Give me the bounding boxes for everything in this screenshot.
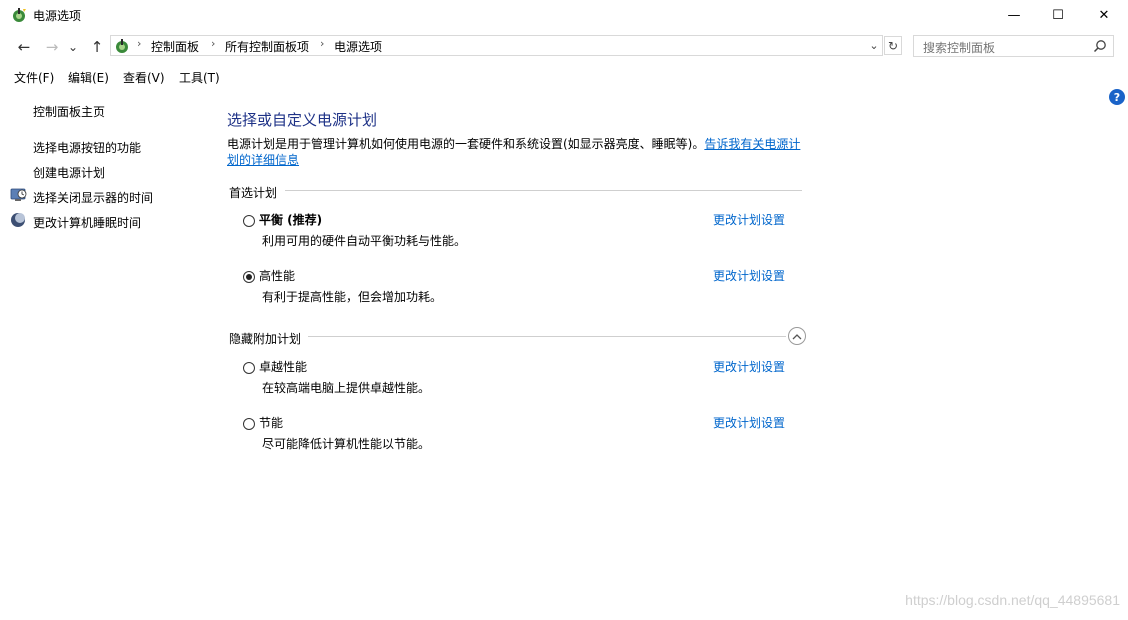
change-plan-settings-link[interactable]: 更改计划设置 [713, 414, 785, 431]
minimize-icon: — [1007, 7, 1021, 23]
description-text: 电源计划是用于管理计算机如何使用电源的一套硬件和系统设置(如显示器亮度、睡眠等)… [227, 137, 705, 151]
refresh-icon: ↻ [887, 38, 899, 53]
close-button[interactable]: ✕ [1081, 0, 1127, 30]
watermark: https://blog.csdn.net/qq_44895681 [905, 592, 1120, 608]
close-icon: ✕ [1098, 7, 1110, 23]
preferred-plans-label: 首选计划 [229, 184, 284, 201]
forward-button[interactable]: → [41, 36, 63, 58]
chevron-down-icon: ⌄ [67, 40, 79, 54]
breadcrumb-all-items[interactable]: 所有控制面板项 [225, 38, 309, 55]
section-divider [285, 190, 802, 191]
plan-name-ultimate-performance[interactable]: 卓越性能 [259, 358, 307, 375]
help-icon[interactable]: ? [1109, 89, 1125, 105]
menu-file[interactable]: 文件(F) [14, 69, 54, 86]
moon-icon [11, 213, 25, 227]
sidebar-item-sleep-time[interactable]: 更改计算机睡眠时间 [33, 214, 141, 231]
window-title: 电源选项 [33, 9, 82, 23]
back-arrow-icon: ← [17, 38, 31, 56]
control-panel-icon [116, 39, 128, 53]
search-input[interactable] [913, 35, 1114, 57]
title-bar: 电源选项 — ☐ ✕ [0, 0, 1128, 30]
plan-desc-power-saver: 尽可能降低计算机性能以节能。 [262, 437, 431, 451]
monitor-clock-icon [10, 188, 27, 201]
plan-name-high-performance[interactable]: 高性能 [259, 267, 295, 284]
menu-tools[interactable]: 工具(T) [179, 69, 220, 86]
help-glyph: ? [1113, 90, 1121, 104]
change-plan-settings-link[interactable]: 更改计划设置 [713, 211, 785, 228]
plan-radio-power-saver[interactable] [243, 418, 255, 430]
breadcrumb-separator: › [137, 37, 142, 50]
plan-radio-ultimate-performance[interactable] [243, 362, 255, 374]
page-description: 电源计划是用于管理计算机如何使用电源的一套硬件和系统设置(如显示器亮度、睡眠等)… [227, 136, 807, 168]
search-icon [1093, 40, 1106, 53]
power-options-icon [13, 8, 26, 22]
section-divider [308, 336, 786, 337]
up-button[interactable]: ↑ [86, 36, 108, 58]
hidden-plans-label: 隐藏附加计划 [229, 330, 308, 347]
chevron-down-icon: ⌄ [869, 38, 879, 52]
breadcrumb-power-options[interactable]: 电源选项 [334, 38, 382, 55]
menu-edit[interactable]: 编辑(E) [68, 69, 109, 86]
refresh-button[interactable]: ↻ [884, 36, 902, 55]
breadcrumb-separator: › [320, 37, 325, 50]
plan-radio-high-performance[interactable] [243, 271, 255, 283]
plan-desc-balanced: 利用可用的硬件自动平衡功耗与性能。 [262, 234, 467, 248]
breadcrumb-separator: › [211, 37, 216, 50]
plan-desc-high-performance: 有利于提高性能，但会增加功耗。 [262, 290, 443, 304]
plan-desc-ultimate-performance: 在较高端电脑上提供卓越性能。 [262, 381, 431, 395]
maximize-icon: ☐ [1052, 7, 1064, 23]
change-plan-settings-link[interactable]: 更改计划设置 [713, 267, 785, 284]
sidebar-home[interactable]: 控制面板主页 [33, 103, 105, 120]
plan-name-power-saver[interactable]: 节能 [259, 414, 283, 431]
minimize-button[interactable]: — [991, 0, 1037, 30]
menu-view[interactable]: 查看(V) [123, 69, 165, 86]
page-title: 选择或自定义电源计划 [227, 111, 378, 129]
sidebar-item-power-buttons[interactable]: 选择电源按钮的功能 [33, 139, 141, 156]
forward-arrow-icon: → [45, 38, 59, 56]
chevron-up-icon [792, 333, 802, 339]
plan-name-balanced[interactable]: 平衡 (推荐) [259, 211, 322, 228]
maximize-button[interactable]: ☐ [1035, 0, 1081, 30]
back-button[interactable]: ← [13, 36, 35, 58]
breadcrumb-control-panel[interactable]: 控制面板 [151, 38, 199, 55]
sidebar-item-create-plan[interactable]: 创建电源计划 [33, 164, 105, 181]
recent-locations-button[interactable]: ⌄ [65, 36, 81, 58]
plan-radio-balanced[interactable] [243, 215, 255, 227]
up-arrow-icon: ↑ [90, 38, 104, 56]
sidebar-item-display-off[interactable]: 选择关闭显示器的时间 [33, 189, 153, 206]
change-plan-settings-link[interactable]: 更改计划设置 [713, 358, 785, 375]
address-dropdown-button[interactable]: ⌄ [866, 36, 882, 54]
collapse-hidden-plans-button[interactable] [788, 327, 806, 345]
